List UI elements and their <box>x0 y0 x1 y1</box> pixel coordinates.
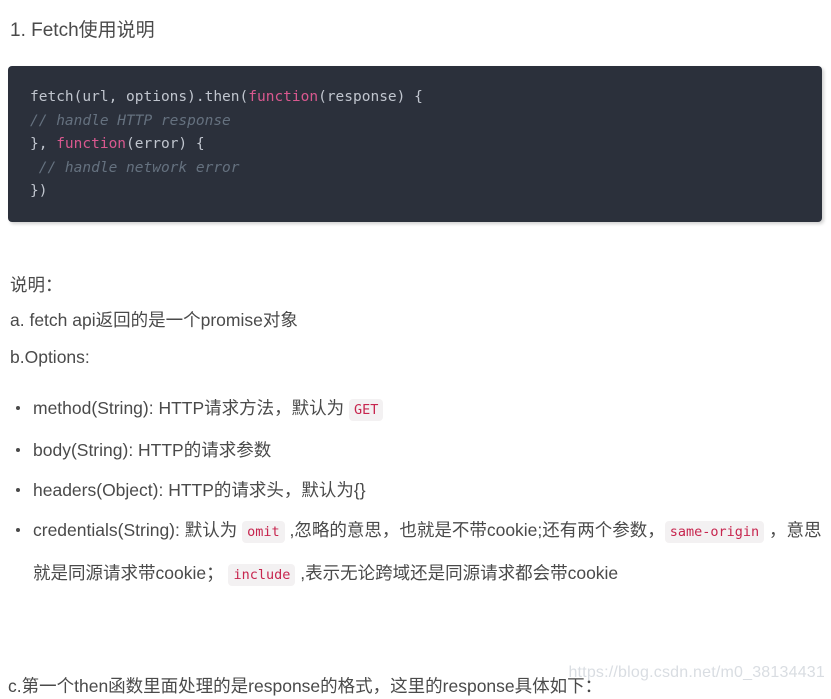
bullet-dot-icon <box>16 406 20 410</box>
bullet-dot-icon <box>16 488 20 492</box>
list-item: headers(Object): HTTP的请求头，默认为{} <box>10 470 825 510</box>
code-token-plain: }) <box>30 183 48 199</box>
list-item: method(String): HTTP请求方法，默认为 GET <box>10 388 825 430</box>
inline-code-same-origin: same-origin <box>664 521 765 543</box>
list-item-text: ,忽略的意思，也就是不带cookie;还有两个参数， <box>284 520 665 540</box>
code-block[interactable]: fetch(url, options).then(function(respon… <box>8 66 822 222</box>
code-token-plain: fetch(url, options).then( <box>30 89 249 105</box>
code-token-comment: // handle network error <box>30 159 240 176</box>
code-token-keyword: function <box>56 136 127 152</box>
bullet-dot-icon <box>16 448 20 452</box>
list-item-text: credentials(String): 默认为 <box>33 520 243 540</box>
inline-code-include: include <box>228 564 296 586</box>
list-item: body(String): HTTP的请求参数 <box>10 430 825 470</box>
notes-heading: 说明： <box>10 274 63 295</box>
code-token-plain: (response) { <box>318 89 423 105</box>
options-list: method(String): HTTP请求方法，默认为 GET body(St… <box>10 388 825 596</box>
inline-code-get: GET <box>349 399 384 421</box>
bullet-dot-icon <box>16 528 20 532</box>
note-item-a: a. fetch api返回的是一个promise对象 <box>10 309 298 330</box>
article-page: 1. Fetch使用说明 fetch(url, options).then(fu… <box>0 0 831 696</box>
code-block-content: fetch(url, options).then(function(respon… <box>30 86 822 204</box>
inline-code-omit: omit <box>242 521 285 543</box>
code-token-comment: // handle HTTP response <box>30 112 231 129</box>
watermark: https://blog.csdn.net/m0_38134431 <box>568 664 825 681</box>
note-item-b: b.Options: <box>10 346 90 367</box>
list-item-text: body(String): HTTP的请求参数 <box>33 440 272 460</box>
list-item-text: ,表示无论跨域还是同源请求都会带cookie <box>295 563 619 583</box>
note-item-c: c.第一个then函数里面处理的是response的格式，这里的response… <box>8 675 603 696</box>
code-token-plain: (error) { <box>126 136 205 152</box>
list-item-text: headers(Object): HTTP的请求头，默认为{} <box>33 480 366 500</box>
list-item-text: method(String): HTTP请求方法，默认为 <box>33 398 350 418</box>
list-item: credentials(String): 默认为 omit ,忽略的意思，也就是… <box>10 510 825 596</box>
code-token-plain: }, <box>30 136 57 152</box>
page-title: 1. Fetch使用说明 <box>10 19 155 41</box>
code-token-keyword: function <box>248 89 319 105</box>
